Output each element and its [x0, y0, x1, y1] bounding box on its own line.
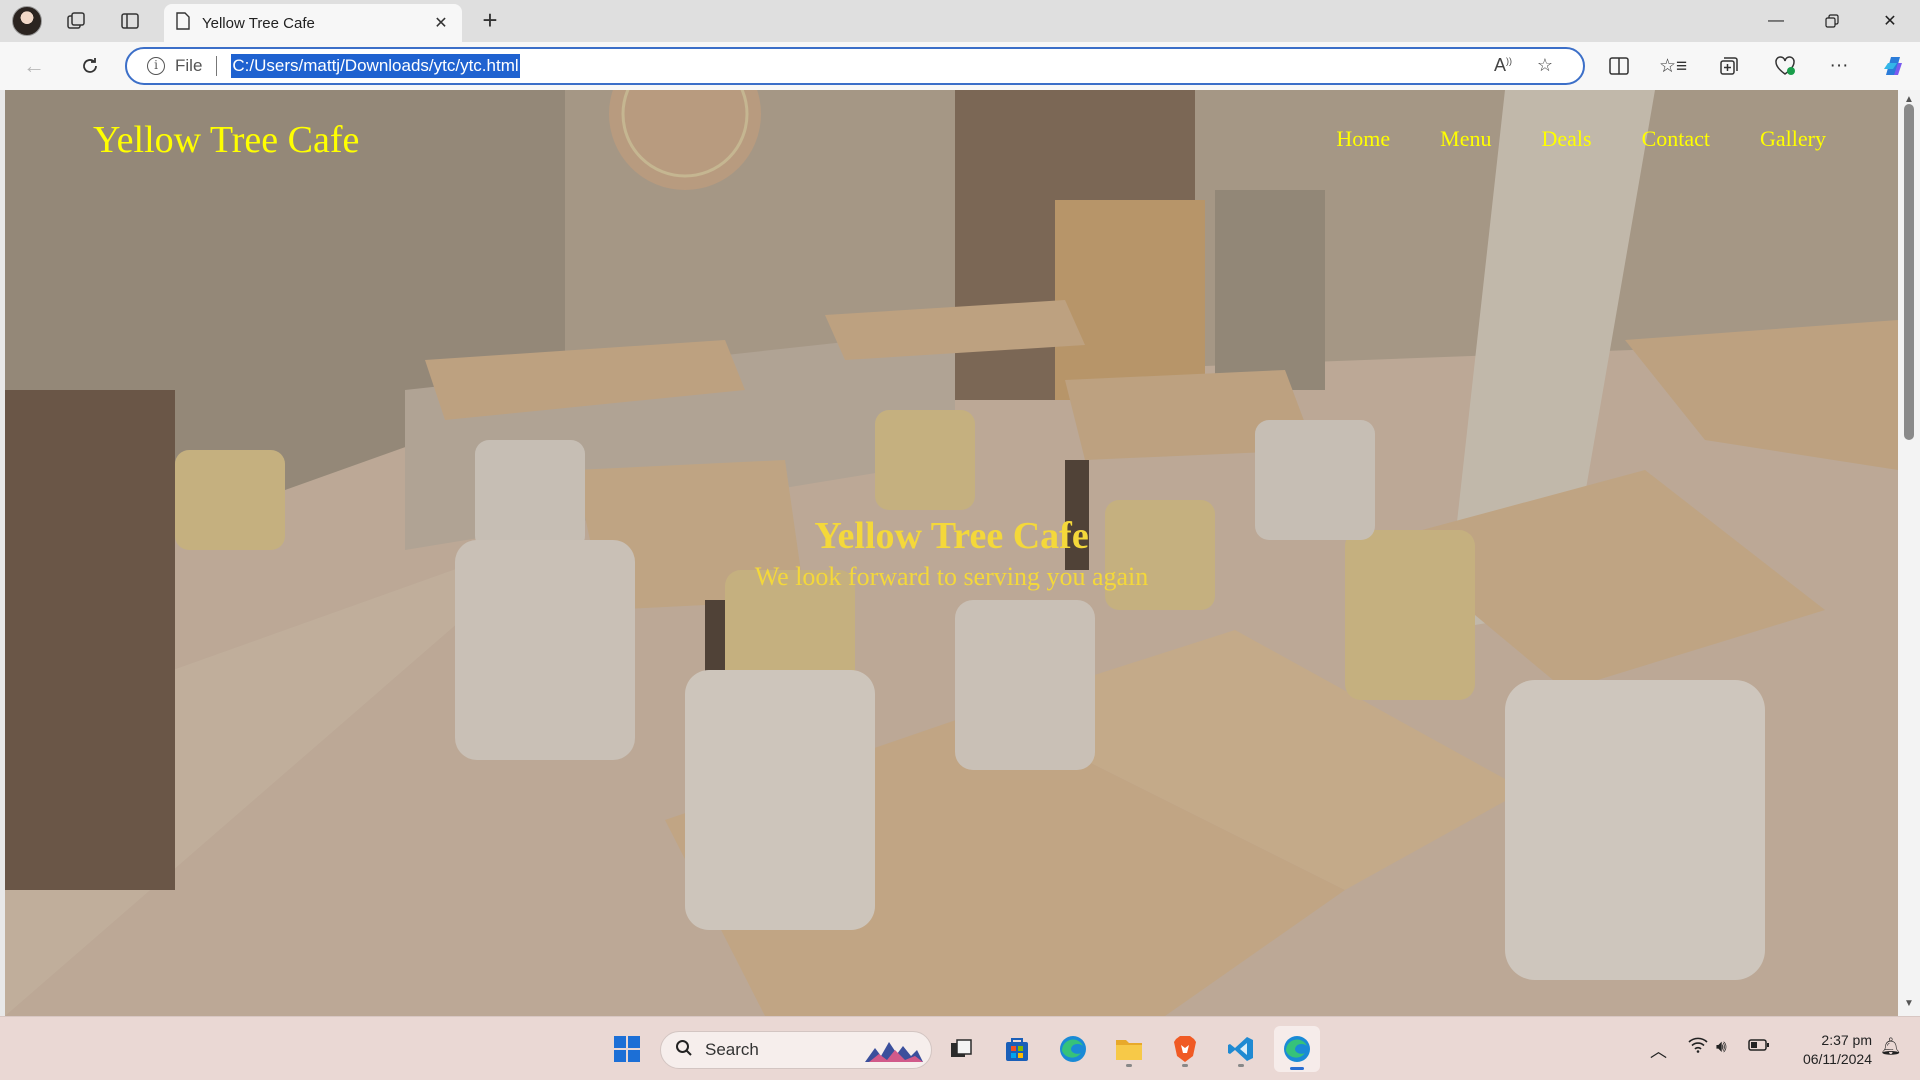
wifi-icon[interactable]: [1688, 1037, 1708, 1058]
copilot-icon[interactable]: [1876, 50, 1910, 82]
refresh-button[interactable]: [72, 50, 108, 82]
page-icon: [176, 11, 190, 35]
nav-home[interactable]: Home: [1336, 126, 1390, 152]
close-window-button[interactable]: ✕: [1862, 0, 1918, 42]
brave-icon[interactable]: [1165, 1029, 1205, 1069]
split-screen-icon[interactable]: [1602, 50, 1636, 82]
notifications-bell-icon[interactable]: 🔔︎: [1880, 1037, 1902, 1057]
address-bar[interactable]: i File C:/Users/mattj/Downloads/ytc/ytc.…: [125, 47, 1585, 85]
minimize-button[interactable]: —: [1748, 0, 1804, 42]
hero-section: Yellow Tree Cafe We look forward to serv…: [5, 514, 1898, 592]
nav-contact[interactable]: Contact: [1642, 126, 1710, 152]
workspaces-icon[interactable]: [60, 5, 92, 37]
task-view-icon[interactable]: [941, 1029, 981, 1069]
clock-date: 06/11/2024: [1802, 1051, 1872, 1067]
hero-subtitle: We look forward to serving you again: [754, 562, 1149, 591]
vscode-icon[interactable]: [1221, 1029, 1261, 1069]
system-clock[interactable]: 2:37 pm 06/11/2024: [1780, 1031, 1872, 1069]
collections-icon[interactable]: [1712, 50, 1746, 82]
more-menu-icon[interactable]: ···: [1822, 50, 1856, 82]
active-tab[interactable]: Yellow Tree Cafe ✕: [164, 4, 462, 42]
address-toolbar: ← i File C:/Users/mattj/Downloads/ytc/yt…: [0, 42, 1920, 90]
page-scrollbar[interactable]: ▲ ▼: [1898, 90, 1920, 1016]
search-highlight-art-icon: [865, 1042, 923, 1062]
show-hidden-icons-chevron-icon[interactable]: ︿: [1650, 1037, 1667, 1062]
close-tab-icon[interactable]: ✕: [432, 13, 450, 33]
edge-active-icon[interactable]: [1274, 1026, 1320, 1072]
taskbar-search[interactable]: Search: [660, 1031, 932, 1069]
active-indicator: [1290, 1067, 1304, 1070]
hero-title: Yellow Tree Cafe: [814, 515, 1089, 557]
browser-tab-bar: Yellow Tree Cafe ✕ + — ✕: [0, 0, 1920, 42]
running-indicator: [1238, 1064, 1244, 1067]
search-icon: [675, 1039, 693, 1062]
edge-icon[interactable]: [1053, 1029, 1093, 1069]
site-logo[interactable]: Yellow Tree Cafe: [93, 118, 359, 162]
tab-title: Yellow Tree Cafe: [202, 14, 315, 32]
new-tab-button[interactable]: +: [474, 5, 506, 37]
running-indicator: [1126, 1064, 1132, 1067]
scrollbar-thumb[interactable]: [1904, 104, 1914, 440]
store-icon[interactable]: [997, 1029, 1037, 1069]
scroll-down-arrow-icon[interactable]: ▼: [1903, 998, 1915, 1010]
site-info-icon[interactable]: i: [147, 57, 165, 75]
site-nav: Home Menu Deals Contact Gallery: [1336, 126, 1826, 152]
restore-button[interactable]: [1804, 0, 1860, 42]
battery-icon[interactable]: [1748, 1037, 1770, 1057]
favorites-icon[interactable]: ☆≡: [1656, 50, 1690, 82]
url-text[interactable]: C:/Users/mattj/Downloads/ytc/ytc.html: [231, 54, 520, 78]
start-icon[interactable]: [607, 1029, 647, 1069]
search-label: Search: [705, 1040, 759, 1059]
file-explorer-icon[interactable]: [1109, 1029, 1149, 1069]
favorite-star-icon[interactable]: ☆: [1533, 55, 1557, 79]
volume-icon[interactable]: 🔊︎: [1716, 1037, 1727, 1057]
vertical-tabs-icon[interactable]: [114, 5, 146, 37]
browser-essentials-icon[interactable]: [1768, 50, 1802, 82]
nav-menu[interactable]: Menu: [1440, 126, 1491, 152]
windows-taskbar: Search ︿ 🔊︎ 2:37 pm 06/11/2024 🔔︎: [0, 1016, 1920, 1080]
running-indicator: [1182, 1064, 1188, 1067]
profile-avatar[interactable]: [12, 6, 42, 36]
read-aloud-icon[interactable]: A)): [1491, 55, 1515, 79]
web-page: Yellow Tree Cafe Home Menu Deals Contact…: [5, 90, 1898, 1016]
file-scheme-label: File: [175, 56, 203, 75]
clock-time: 2:37 pm: [1821, 1032, 1872, 1048]
nav-gallery[interactable]: Gallery: [1760, 126, 1826, 152]
nav-deals[interactable]: Deals: [1542, 126, 1592, 152]
address-separator: [216, 56, 218, 76]
back-button[interactable]: ←: [16, 50, 52, 82]
